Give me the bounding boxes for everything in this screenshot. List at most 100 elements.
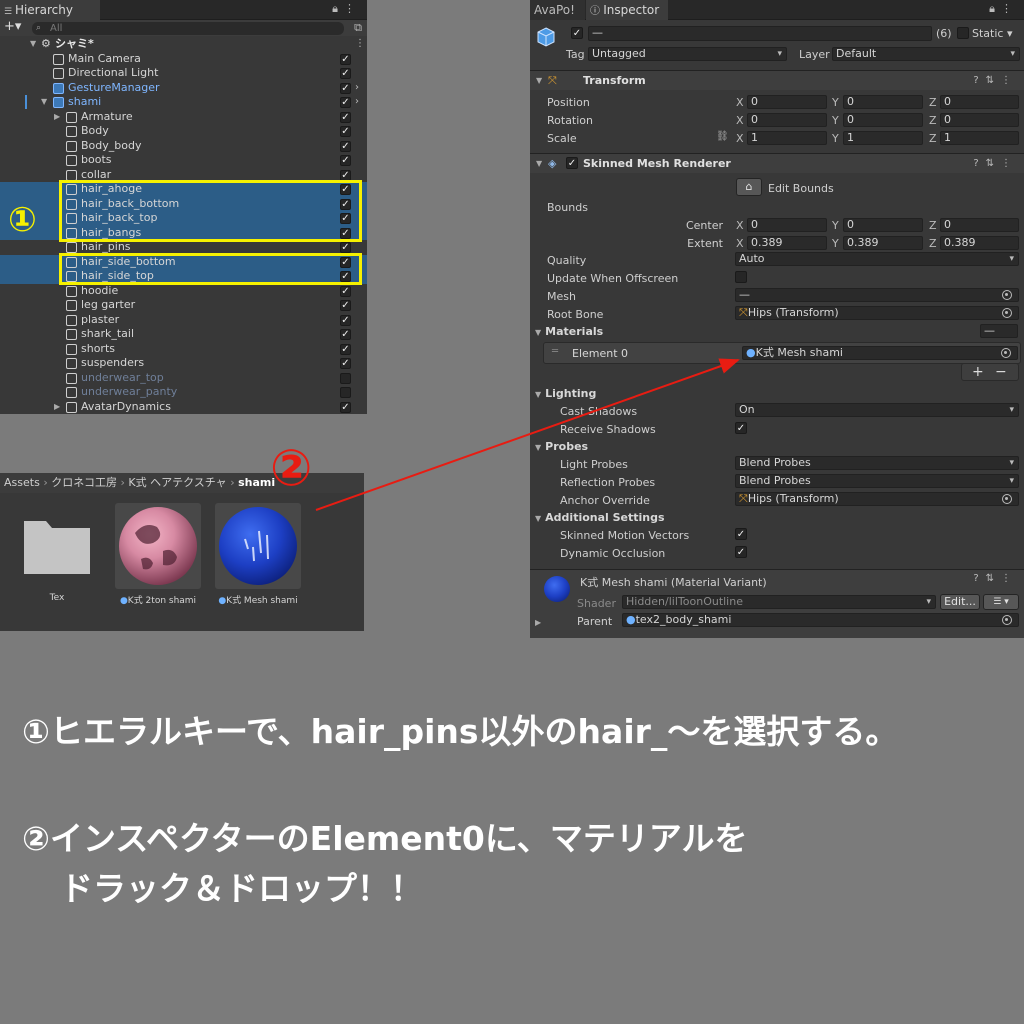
extent-y-field[interactable]: 0.389 xyxy=(843,236,923,250)
active-checkbox[interactable]: ✓ xyxy=(340,68,351,79)
hierarchy-row[interactable]: boots ✓ xyxy=(0,153,367,168)
active-checkbox[interactable]: ✓ xyxy=(340,329,351,340)
hierarchy-search[interactable]: ⌕ All xyxy=(32,22,344,35)
hierarchy-row[interactable]: underwear_panty xyxy=(0,385,367,400)
skinned-motion-checkbox[interactable]: ✓ xyxy=(735,528,747,540)
active-checkbox[interactable]: ✓ xyxy=(340,285,351,297)
hierarchy-row[interactable]: Directional Light ✓ xyxy=(0,66,367,81)
link-scale-icon[interactable]: ⛓ xyxy=(716,131,729,142)
breadcrumb-folder-1[interactable]: クロネコ工房 xyxy=(51,476,117,489)
hierarchy-row[interactable]: Body_body ✓ xyxy=(0,139,367,154)
probes-header[interactable]: ▼ Probes xyxy=(535,440,588,453)
hierarchy-row[interactable]: ▶ AvatarDynamics ✓ xyxy=(0,400,367,415)
remove-element-button[interactable]: − xyxy=(995,364,1007,380)
scene-row[interactable]: ▼ ⚙ シャミ* ⋮ xyxy=(0,37,367,52)
element0-material-field[interactable]: ●K式 Mesh shami xyxy=(742,346,1018,360)
extent-x-field[interactable]: 0.389 xyxy=(747,236,827,250)
panel-menu-icons[interactable]: 🔒︎⋮ xyxy=(332,2,361,16)
hierarchy-row[interactable]: shark_tail ✓ xyxy=(0,327,367,342)
active-checkbox[interactable]: ✓ xyxy=(340,53,351,65)
tab-avapo[interactable]: AvaPo! xyxy=(530,0,585,20)
light-probes-dropdown[interactable]: Blend Probes xyxy=(735,456,1019,470)
center-z-field[interactable]: 0 xyxy=(940,218,1019,232)
cast-shadows-dropdown[interactable]: On xyxy=(735,403,1019,417)
add-element-button[interactable]: + xyxy=(972,364,984,380)
hierarchy-row[interactable]: ▶ Armature ✓ xyxy=(0,110,367,125)
scale-x-field[interactable]: 1 xyxy=(747,131,827,145)
chevron-right-icon[interactable]: › xyxy=(355,81,359,96)
hierarchy-row[interactable]: shorts ✓ xyxy=(0,342,367,357)
parent-material-field[interactable]: ●tex2_body_shami xyxy=(622,613,1019,627)
add-object-button[interactable]: +▾ xyxy=(4,19,21,34)
active-checkbox[interactable]: ✓ xyxy=(340,155,351,166)
hierarchy-row[interactable]: underwear_top xyxy=(0,371,367,386)
position-x-field[interactable]: 0 xyxy=(747,95,827,109)
hierarchy-row[interactable]: leg garter ✓ xyxy=(0,298,367,313)
anchor-override-field[interactable]: ⤧Hips (Transform) xyxy=(735,492,1019,506)
hierarchy-row[interactable]: suspenders ✓ xyxy=(0,356,367,371)
hierarchy-row[interactable]: GestureManager ✓ › xyxy=(0,81,367,96)
object-picker-icon[interactable] xyxy=(1002,290,1012,300)
quality-dropdown[interactable]: Auto xyxy=(735,252,1019,266)
static-dropdown[interactable]: Static ▾ xyxy=(972,27,1022,40)
additional-settings-header[interactable]: ▼ Additional Settings xyxy=(535,511,665,524)
materials-size-field[interactable]: — xyxy=(980,324,1018,338)
update-offscreen-checkbox[interactable] xyxy=(735,271,747,283)
active-checkbox[interactable]: ✓ xyxy=(340,242,351,253)
asset-folder-tex[interactable]: Tex xyxy=(14,503,100,603)
object-picker-icon[interactable] xyxy=(1002,615,1012,625)
center-y-field[interactable]: 0 xyxy=(843,218,923,232)
active-checkbox[interactable]: ✓ xyxy=(340,82,351,94)
extent-z-field[interactable]: 0.389 xyxy=(940,236,1019,250)
drag-handle-icon[interactable]: ═ xyxy=(552,346,558,357)
edit-bounds-button[interactable]: ⌂ xyxy=(736,178,762,196)
static-checkbox[interactable] xyxy=(957,27,969,39)
shader-options-button[interactable]: ☰ ▾ xyxy=(983,594,1019,610)
inspector-menu-icons[interactable]: 🔒︎⋮ xyxy=(989,2,1018,16)
smr-header[interactable]: ▼ ◈ ✓ Skinned Mesh Renderer ?⇅⋮ xyxy=(530,153,1024,173)
center-x-field[interactable]: 0 xyxy=(747,218,827,232)
chevron-right-icon[interactable]: ▶ xyxy=(54,110,60,125)
chevron-right-icon[interactable]: › xyxy=(355,95,359,110)
chevron-down-icon[interactable]: ▼ xyxy=(41,95,47,110)
layer-dropdown[interactable]: Default xyxy=(832,47,1020,61)
object-picker-icon[interactable] xyxy=(1001,348,1011,358)
chevron-right-icon[interactable]: ▶ xyxy=(54,400,60,415)
object-name-field[interactable]: — xyxy=(588,26,932,41)
component-menu-icons[interactable]: ?⇅⋮ xyxy=(973,573,1018,584)
materials-header[interactable]: ▼ Materials xyxy=(535,325,603,338)
active-checkbox[interactable]: ✓ xyxy=(340,97,351,108)
position-z-field[interactable]: 0 xyxy=(940,95,1019,109)
mesh-field[interactable]: — xyxy=(735,288,1019,302)
active-checkbox[interactable]: ✓ xyxy=(340,300,351,311)
scale-z-field[interactable]: 1 xyxy=(940,131,1019,145)
rotation-y-field[interactable]: 0 xyxy=(843,113,923,127)
hierarchy-row[interactable]: Main Camera ✓ xyxy=(0,52,367,67)
active-checkbox[interactable]: ✓ xyxy=(340,358,351,369)
active-checkbox[interactable]: ✓ xyxy=(571,27,583,39)
active-checkbox[interactable] xyxy=(340,387,351,398)
active-checkbox[interactable]: ✓ xyxy=(340,111,351,123)
tab-inspector[interactable]: ⓘ Inspector xyxy=(586,0,668,20)
scene-menu-icon[interactable]: ⋮ xyxy=(355,37,365,52)
active-checkbox[interactable]: ✓ xyxy=(340,343,351,355)
scale-y-field[interactable]: 1 xyxy=(843,131,923,145)
dynamic-occlusion-checkbox[interactable]: ✓ xyxy=(735,546,747,558)
tab-hierarchy[interactable]: ☰ Hierarchy xyxy=(0,0,100,20)
hierarchy-row[interactable]: plaster ✓ xyxy=(0,313,367,328)
chevron-right-icon[interactable]: ▶ xyxy=(535,618,541,627)
asset-material-2ton[interactable]: ●K式 2ton shami xyxy=(115,503,201,606)
shader-edit-button[interactable]: Edit... xyxy=(940,594,980,610)
smr-enabled-checkbox[interactable]: ✓ xyxy=(566,157,578,169)
component-menu-icons[interactable]: ?⇅⋮ xyxy=(973,71,1018,90)
active-checkbox[interactable]: ✓ xyxy=(340,126,351,137)
active-checkbox[interactable]: ✓ xyxy=(340,140,351,152)
tag-dropdown[interactable]: Untagged xyxy=(588,47,787,61)
root-bone-field[interactable]: ⤧Hips (Transform) xyxy=(735,306,1019,320)
active-checkbox[interactable]: ✓ xyxy=(340,169,351,181)
active-checkbox[interactable]: ✓ xyxy=(340,314,351,326)
breadcrumb-assets[interactable]: Assets xyxy=(4,476,40,489)
hierarchy-row[interactable]: ▼ shami ✓ › xyxy=(0,95,367,110)
reflection-probes-dropdown[interactable]: Blend Probes xyxy=(735,474,1019,488)
filter-icon[interactable]: ⧉ xyxy=(354,21,362,35)
